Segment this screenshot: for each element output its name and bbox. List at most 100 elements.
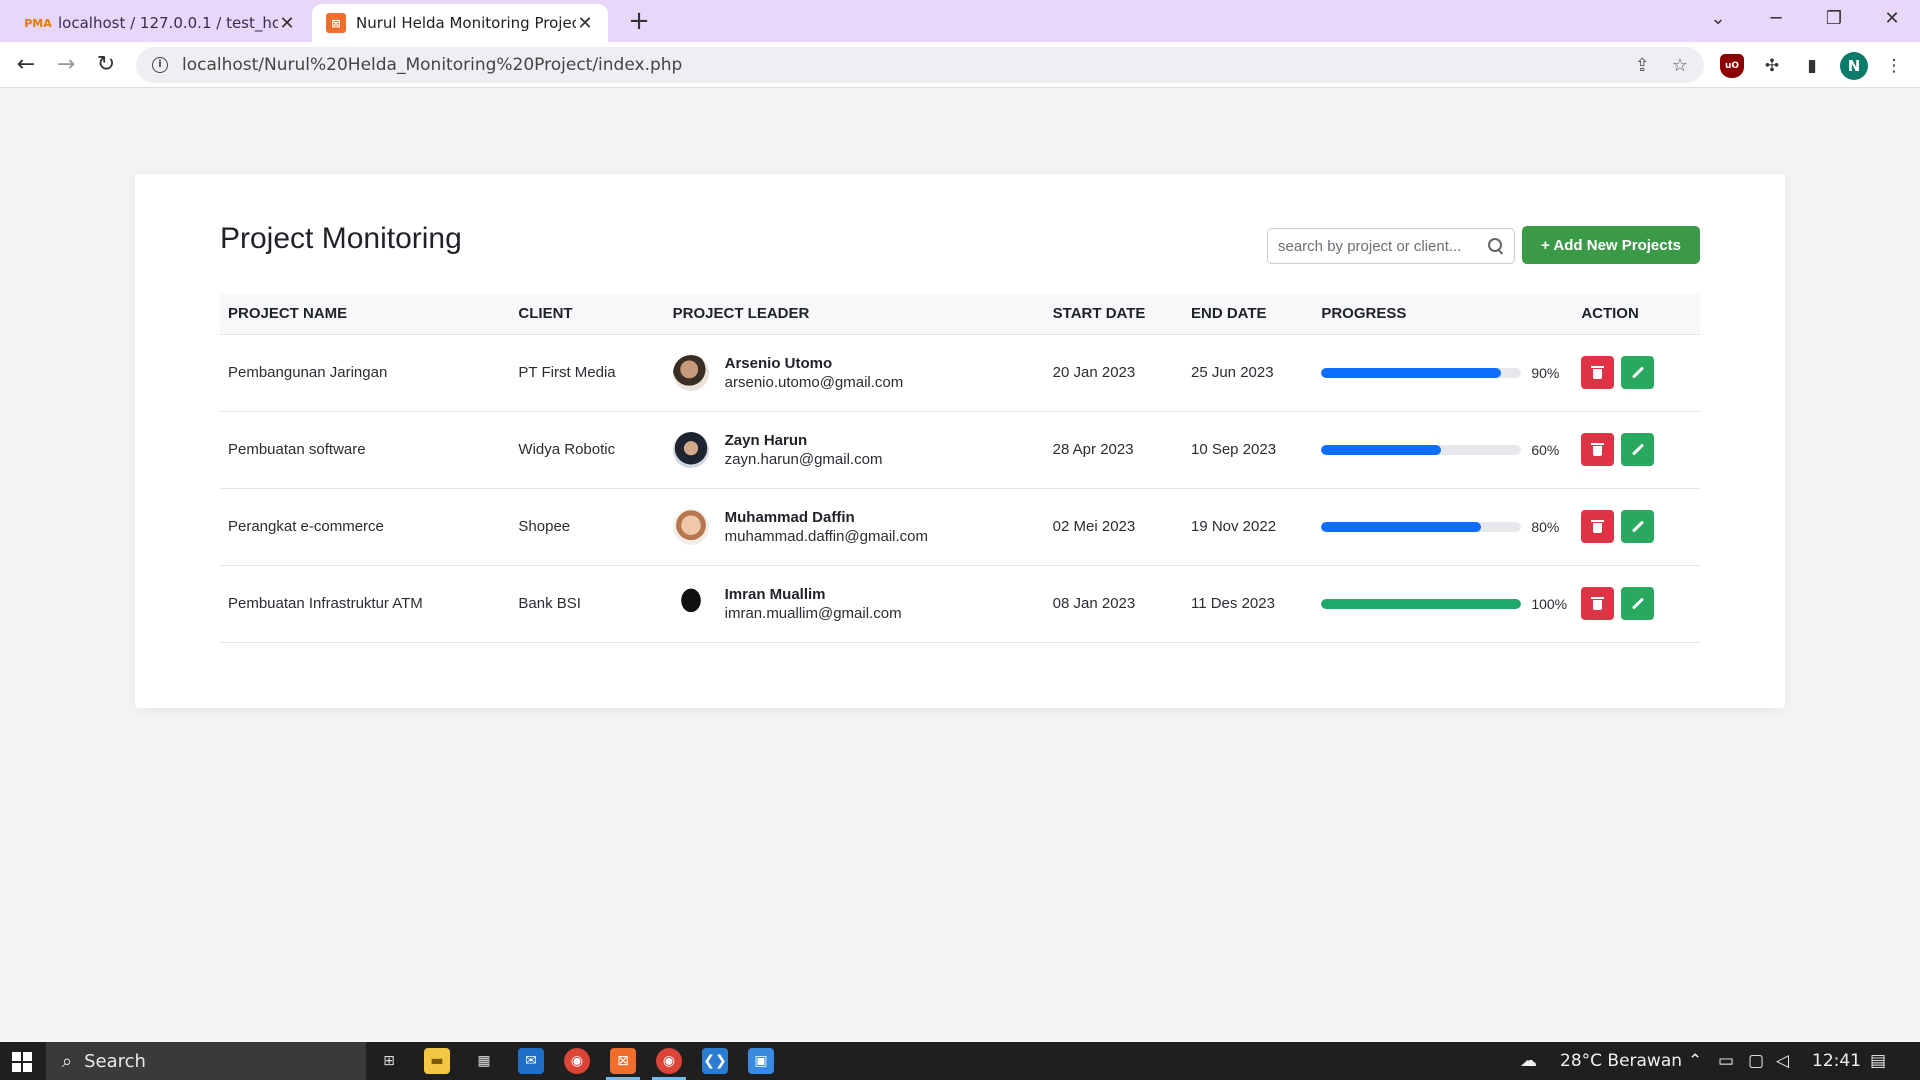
volume-icon[interactable]: ◁ bbox=[1776, 1042, 1789, 1080]
edit-button[interactable] bbox=[1621, 587, 1655, 620]
avatar bbox=[672, 585, 709, 622]
task-view-icon[interactable]: ⊞ bbox=[376, 1048, 402, 1074]
progress: 80% bbox=[1321, 519, 1565, 535]
start-date: 02 Mei 2023 bbox=[1044, 488, 1183, 566]
start-date: 08 Jan 2023 bbox=[1044, 565, 1183, 643]
share-icon[interactable]: ⇪ bbox=[1635, 55, 1650, 76]
search-field[interactable] bbox=[1267, 228, 1515, 264]
clock-text[interactable]: 12:41 bbox=[1812, 1042, 1861, 1080]
tab-monitoring[interactable]: ⊠ Nurul Helda Monitoring Projects ✕ bbox=[312, 4, 608, 42]
delete-button[interactable] bbox=[1581, 356, 1615, 389]
leader-info: Imran Muallim imran.muallim@gmail.com bbox=[725, 586, 902, 622]
trash-icon bbox=[1591, 443, 1605, 456]
microsoft-store-icon[interactable]: ▦ bbox=[471, 1048, 497, 1074]
project-leader: Zayn Harun zayn.harun@gmail.com bbox=[672, 431, 1037, 468]
close-icon[interactable]: ✕ bbox=[576, 13, 594, 34]
project-leader: Arsenio Utomo arsenio.utomo@gmail.com bbox=[672, 354, 1037, 391]
progress-fill bbox=[1321, 444, 1442, 455]
column-header-start-date[interactable]: START DATE bbox=[1044, 294, 1183, 335]
vscode-icon[interactable]: ❮❯ bbox=[702, 1048, 728, 1074]
close-icon[interactable]: ✕ bbox=[278, 13, 296, 34]
action-cell bbox=[1573, 488, 1700, 566]
column-header-action: ACTION bbox=[1573, 294, 1700, 335]
windows-taskbar: ⌕ Search ⊞ ▬ ▦ ✉ ◉ ⊠ ◉ ❮❯ ▣ ☁ 28°C Beraw… bbox=[0, 1042, 1920, 1080]
progress: 100% bbox=[1321, 595, 1568, 612]
column-header-project-leader[interactable]: PROJECT LEADER bbox=[664, 294, 1045, 335]
minimize-icon[interactable]: ─ bbox=[1748, 0, 1804, 42]
restore-icon[interactable]: ❐ bbox=[1806, 0, 1862, 42]
edit-button[interactable] bbox=[1621, 510, 1655, 543]
weather-icon[interactable]: ☁ bbox=[1520, 1042, 1537, 1080]
battery-icon[interactable]: ▭ bbox=[1718, 1042, 1734, 1080]
progress-bar bbox=[1321, 521, 1522, 532]
edit-button[interactable] bbox=[1621, 356, 1655, 389]
project-name: Perangkat e-commerce bbox=[220, 488, 511, 566]
delete-button[interactable] bbox=[1581, 587, 1615, 620]
notification-icon[interactable]: ▤ bbox=[1870, 1042, 1886, 1080]
taskbar-search[interactable]: ⌕ Search bbox=[46, 1042, 366, 1080]
column-header-client[interactable]: CLIENT bbox=[510, 294, 665, 335]
menu-icon[interactable]: ⋮ bbox=[1882, 54, 1906, 78]
tab-search-icon[interactable]: ⌄ bbox=[1690, 0, 1746, 42]
xampp-icon[interactable]: ⊠ bbox=[606, 1048, 640, 1080]
edit-button[interactable] bbox=[1621, 433, 1655, 466]
trash-icon bbox=[1591, 520, 1605, 533]
search-icon[interactable] bbox=[1488, 238, 1504, 254]
bookmark-star-icon[interactable]: ☆ bbox=[1672, 55, 1688, 76]
action-cell bbox=[1573, 334, 1700, 412]
progress: 90% bbox=[1321, 365, 1565, 381]
leader-name: Zayn Harun bbox=[724, 431, 808, 449]
mail-icon[interactable]: ✉ bbox=[518, 1048, 544, 1074]
reload-icon[interactable]: ↻ bbox=[90, 49, 122, 81]
avatar bbox=[672, 354, 709, 391]
extensions-icon[interactable]: ✣ bbox=[1760, 54, 1784, 78]
window-close-icon[interactable]: ✕ bbox=[1864, 0, 1920, 42]
chrome-icon[interactable]: ◉ bbox=[564, 1048, 590, 1074]
site-info-icon[interactable]: i bbox=[152, 57, 168, 73]
end-date: 11 Des 2023 bbox=[1182, 565, 1314, 643]
trash-icon bbox=[1591, 366, 1605, 379]
photos-icon[interactable]: ▣ bbox=[748, 1048, 774, 1074]
client-name: Bank BSI bbox=[510, 565, 665, 643]
table-row: Pembangunan Jaringan PT First Media Arse… bbox=[220, 334, 1700, 412]
project-leader: Imran Muallim imran.muallim@gmail.com bbox=[672, 585, 1037, 622]
pencil-icon bbox=[1631, 597, 1644, 610]
ublock-icon[interactable]: uO bbox=[1720, 54, 1744, 78]
chrome-icon[interactable]: ◉ bbox=[652, 1048, 686, 1080]
column-header-project-name[interactable]: PROJECT NAME bbox=[220, 294, 511, 335]
progress-bar bbox=[1321, 367, 1522, 378]
search-input[interactable] bbox=[1278, 237, 1488, 255]
url-text[interactable]: localhost/Nurul%20Helda_Monitoring%20Pro… bbox=[182, 55, 1613, 75]
table-row: Pembuatan Infrastruktur ATM Bank BSI Imr… bbox=[220, 565, 1700, 643]
progress-label: 100% bbox=[1531, 595, 1568, 612]
forward-icon[interactable]: → bbox=[50, 49, 82, 81]
leader-info: Zayn Harun zayn.harun@gmail.com bbox=[725, 432, 883, 468]
delete-button[interactable] bbox=[1581, 510, 1615, 543]
chevron-up-icon[interactable]: ⌃ bbox=[1688, 1042, 1702, 1080]
network-icon[interactable]: ▢ bbox=[1748, 1042, 1764, 1080]
progress-fill bbox=[1321, 521, 1482, 532]
client-name: Widya Robotic bbox=[510, 411, 665, 489]
delete-button[interactable] bbox=[1581, 433, 1615, 466]
weather-text[interactable]: 28°C Berawan bbox=[1560, 1042, 1682, 1080]
row-actions bbox=[1581, 510, 1692, 543]
add-new-projects-button[interactable]: + Add New Projects bbox=[1522, 226, 1700, 264]
leader-email: arsenio.utomo@gmail.com bbox=[724, 373, 904, 391]
back-icon[interactable]: ← bbox=[10, 49, 42, 81]
tab-phpmyadmin[interactable]: PMA localhost / 127.0.0.1 / test_hc / m … bbox=[14, 4, 310, 42]
file-explorer-icon[interactable]: ▬ bbox=[424, 1048, 450, 1074]
browser-toolbar: ← → ↻ i localhost/Nurul%20Helda_Monitori… bbox=[0, 42, 1920, 88]
profile-avatar[interactable]: N bbox=[1840, 52, 1868, 80]
windows-start-icon[interactable] bbox=[12, 1052, 32, 1072]
new-tab-button[interactable]: + bbox=[624, 6, 654, 36]
table-row: Perangkat e-commerce Shopee Muhammad Daf… bbox=[220, 488, 1700, 566]
column-header-progress[interactable]: PROGRESS bbox=[1313, 294, 1574, 335]
row-actions bbox=[1581, 356, 1692, 389]
address-bar[interactable]: i localhost/Nurul%20Helda_Monitoring%20P… bbox=[136, 47, 1704, 83]
side-panel-icon[interactable]: ▮ bbox=[1800, 54, 1824, 78]
project-name: Pembangunan Jaringan bbox=[220, 334, 511, 412]
search-icon: ⌕ bbox=[62, 1050, 73, 1072]
leader-name: Muhammad Daffin bbox=[724, 508, 855, 526]
progress-cell: 60% bbox=[1313, 411, 1574, 489]
column-header-end-date[interactable]: END DATE bbox=[1182, 294, 1314, 335]
